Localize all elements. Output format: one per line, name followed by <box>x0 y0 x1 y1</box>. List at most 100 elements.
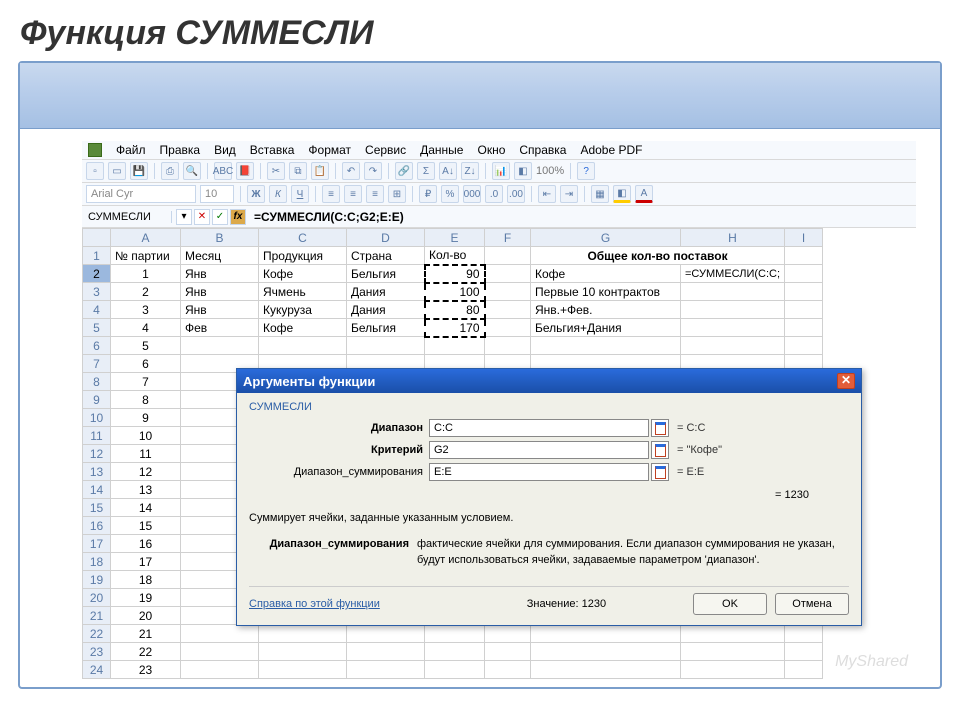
new-icon[interactable]: ▫ <box>86 162 104 180</box>
cell[interactable]: 80 <box>425 301 485 319</box>
col-header[interactable]: C <box>259 229 347 247</box>
cell[interactable] <box>485 625 531 643</box>
cell[interactable] <box>785 283 823 301</box>
cell[interactable] <box>485 661 531 679</box>
cell[interactable] <box>181 625 259 643</box>
help-icon[interactable]: ? <box>577 162 595 180</box>
cell[interactable] <box>681 643 785 661</box>
cell[interactable] <box>347 643 425 661</box>
cell[interactable]: Янв <box>181 265 259 283</box>
cell[interactable]: 7 <box>111 373 181 391</box>
bold-icon[interactable]: Ж <box>247 185 265 203</box>
cell[interactable]: Кукуруза <box>259 301 347 319</box>
align-center-icon[interactable]: ≡ <box>344 185 362 203</box>
row-header[interactable]: 8 <box>83 373 111 391</box>
sort-desc-icon[interactable]: Z↓ <box>461 162 479 180</box>
arg-input-sumrange[interactable]: E:E <box>429 463 649 481</box>
cell[interactable] <box>785 661 823 679</box>
cell[interactable] <box>681 283 785 301</box>
hyperlink-icon[interactable]: 🔗 <box>395 162 413 180</box>
cell[interactable]: 11 <box>111 445 181 463</box>
cell[interactable]: Кофе <box>259 319 347 337</box>
zoom-level[interactable]: 100% <box>536 165 564 177</box>
col-header[interactable]: G <box>531 229 681 247</box>
save-icon[interactable]: 💾 <box>130 162 148 180</box>
autosum-icon[interactable]: Σ <box>417 162 435 180</box>
row-header[interactable]: 22 <box>83 625 111 643</box>
col-header[interactable]: F <box>485 229 531 247</box>
dec-decimal-icon[interactable]: .00 <box>507 185 525 203</box>
cell[interactable]: 23 <box>111 661 181 679</box>
row-header[interactable]: 2 <box>83 265 111 283</box>
row-header[interactable]: 14 <box>83 481 111 499</box>
cancel-formula-icon[interactable]: ✕ <box>194 209 210 225</box>
cell[interactable]: 22 <box>111 643 181 661</box>
ref-selector-icon[interactable] <box>651 463 669 481</box>
cell[interactable] <box>785 247 823 265</box>
cell[interactable]: 8 <box>111 391 181 409</box>
row-header[interactable]: 18 <box>83 553 111 571</box>
cell[interactable]: 21 <box>111 625 181 643</box>
cell[interactable]: Бельгия+Дания <box>531 319 681 337</box>
cell[interactable] <box>347 337 425 355</box>
cell[interactable] <box>425 337 485 355</box>
cell[interactable]: Кофе <box>531 265 681 283</box>
active-cell[interactable]: =СУММЕСЛИ(C:C; <box>681 265 785 283</box>
cell[interactable]: Кол-во <box>425 247 485 265</box>
close-icon[interactable]: ✕ <box>837 373 855 389</box>
cell[interactable] <box>785 265 823 283</box>
inc-indent-icon[interactable]: ⇥ <box>560 185 578 203</box>
row-header[interactable]: 19 <box>83 571 111 589</box>
cell[interactable] <box>485 643 531 661</box>
cell[interactable] <box>425 643 485 661</box>
fill-color-icon[interactable]: ◧ <box>613 185 631 203</box>
cell[interactable] <box>531 643 681 661</box>
print-icon[interactable]: ⎙ <box>161 162 179 180</box>
cell[interactable]: Фев <box>181 319 259 337</box>
cell[interactable]: № партии <box>111 247 181 265</box>
cell[interactable] <box>485 265 531 283</box>
cell[interactable] <box>785 643 823 661</box>
cell[interactable] <box>785 319 823 337</box>
cell[interactable]: Янв <box>181 283 259 301</box>
row-header[interactable]: 17 <box>83 535 111 553</box>
cell[interactable]: Общее кол-во поставок <box>531 247 785 265</box>
cell[interactable]: Янв.+Фев. <box>531 301 681 319</box>
name-dropdown-icon[interactable]: ▾ <box>176 209 192 225</box>
cell[interactable]: Бельгия <box>347 265 425 283</box>
row-header[interactable]: 7 <box>83 355 111 373</box>
row-header[interactable]: 10 <box>83 409 111 427</box>
cell[interactable] <box>785 337 823 355</box>
cell[interactable] <box>425 661 485 679</box>
cell[interactable]: 170 <box>425 319 485 337</box>
cell[interactable]: 100 <box>425 283 485 301</box>
cell[interactable]: 90 <box>425 265 485 283</box>
cell[interactable] <box>259 643 347 661</box>
cell[interactable] <box>347 661 425 679</box>
col-header[interactable]: D <box>347 229 425 247</box>
cell[interactable]: 6 <box>111 355 181 373</box>
merge-icon[interactable]: ⊞ <box>388 185 406 203</box>
menu-file[interactable]: Файл <box>116 143 146 157</box>
cell[interactable]: 1 <box>111 265 181 283</box>
cell[interactable] <box>531 661 681 679</box>
cell[interactable]: Янв <box>181 301 259 319</box>
cell[interactable] <box>485 337 531 355</box>
copy-icon[interactable]: ⧉ <box>289 162 307 180</box>
cell[interactable]: 17 <box>111 553 181 571</box>
cell[interactable]: Дания <box>347 283 425 301</box>
cell[interactable]: Первые 10 контрактов <box>531 283 681 301</box>
col-header[interactable]: H <box>681 229 785 247</box>
row-header[interactable]: 24 <box>83 661 111 679</box>
chart-icon[interactable]: 📊 <box>492 162 510 180</box>
cut-icon[interactable]: ✂ <box>267 162 285 180</box>
cell[interactable]: 12 <box>111 463 181 481</box>
cell[interactable] <box>485 319 531 337</box>
font-color-icon[interactable]: A <box>635 185 653 203</box>
cell[interactable]: 3 <box>111 301 181 319</box>
cell[interactable] <box>681 319 785 337</box>
menu-insert[interactable]: Вставка <box>250 143 295 157</box>
cell[interactable] <box>259 337 347 355</box>
name-box[interactable]: СУММЕСЛИ <box>82 211 172 223</box>
cell[interactable] <box>785 301 823 319</box>
